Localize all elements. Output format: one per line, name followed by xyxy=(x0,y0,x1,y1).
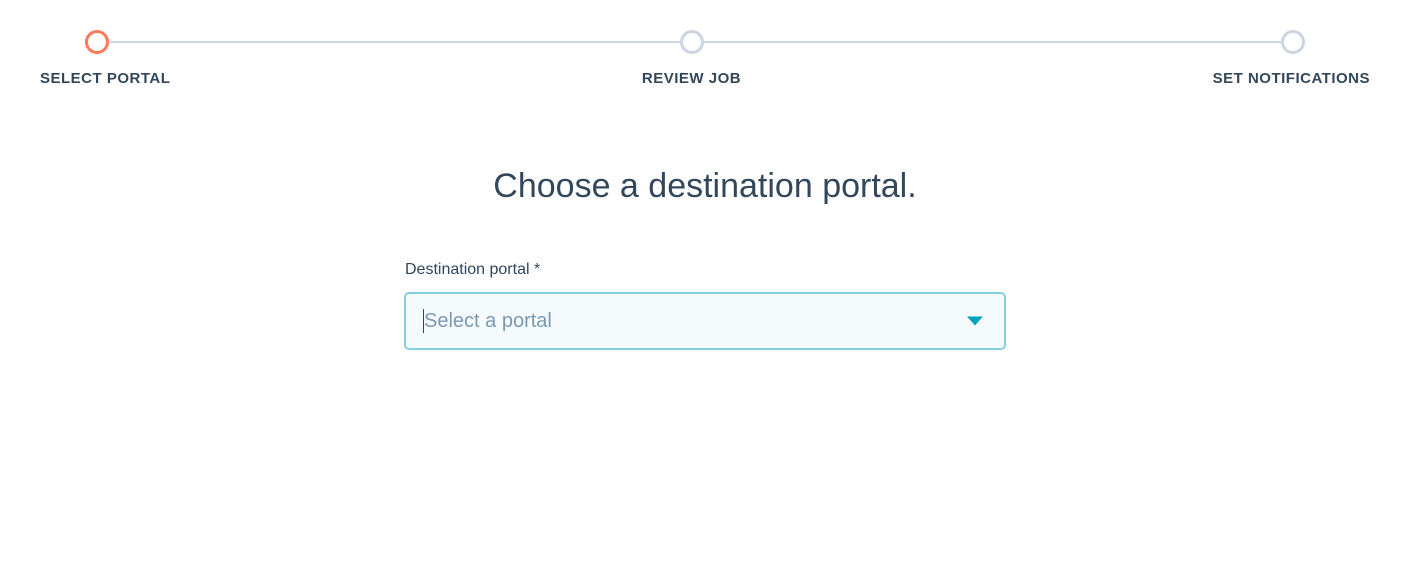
destination-portal-placeholder: Select a portal xyxy=(424,310,552,333)
destination-portal-label: Destination portal * xyxy=(405,261,1005,279)
step-label: SET NOTIFICATIONS xyxy=(1213,70,1370,87)
chevron-down-icon xyxy=(967,317,983,326)
step-label: REVIEW JOB xyxy=(642,70,741,87)
destination-portal-select-wrap: Select a portal xyxy=(405,293,1005,349)
page-heading: Choose a destination portal. xyxy=(355,167,1055,206)
step-label: SELECT PORTAL xyxy=(40,70,170,87)
step-review-job[interactable]: REVIEW JOB xyxy=(642,30,741,87)
text-cursor-icon xyxy=(423,309,424,333)
form-area: Destination portal * Select a portal xyxy=(405,261,1005,349)
step-circle-icon xyxy=(85,30,109,54)
stepper: SELECT PORTAL REVIEW JOB SET NOTIFICATIO… xyxy=(40,30,1370,87)
step-select-portal[interactable]: SELECT PORTAL xyxy=(40,30,170,87)
main-content: Choose a destination portal. Destination… xyxy=(355,167,1055,349)
destination-portal-select[interactable]: Select a portal xyxy=(405,293,1005,349)
step-circle-icon xyxy=(1281,30,1305,54)
step-circle-icon xyxy=(680,30,704,54)
step-set-notifications[interactable]: SET NOTIFICATIONS xyxy=(1213,30,1370,87)
